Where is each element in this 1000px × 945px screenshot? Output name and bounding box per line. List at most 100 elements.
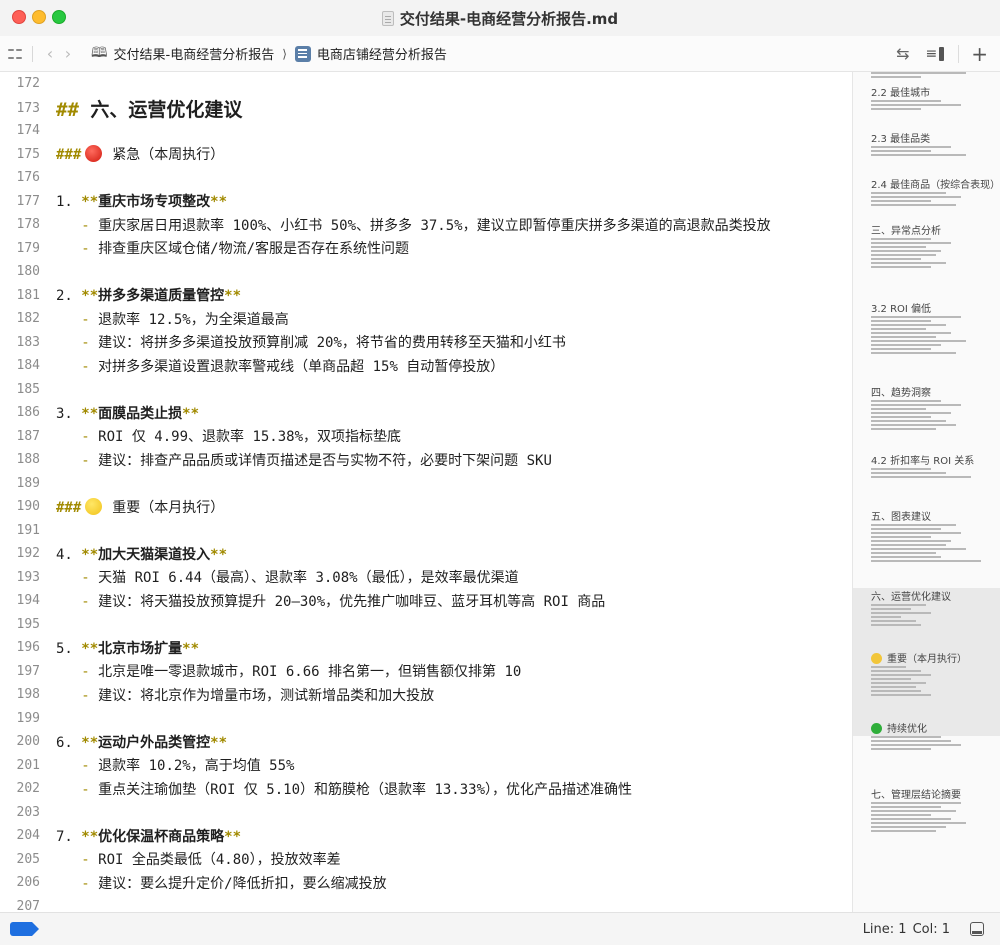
minimap-heading[interactable]: 2.2 最佳城市: [871, 84, 930, 99]
editor-line[interactable]: 199: [0, 707, 852, 731]
editor-line[interactable]: 184 - 对拼多多渠道设置退款率警戒线（单商品超 15% 自动暂停投放）: [0, 354, 852, 378]
minimap-text-lines: [871, 316, 966, 356]
list-number: 1.: [56, 194, 82, 211]
line-content: ### 紧急（本周执行）: [56, 144, 224, 164]
bullet-marker: -: [56, 875, 99, 892]
editor-line[interactable]: 192 4. **加大天猫渠道投入**: [0, 542, 852, 566]
tag-icon[interactable]: [10, 922, 39, 936]
document-icon: [381, 10, 394, 26]
line-number: 202: [16, 781, 40, 797]
editor-line[interactable]: 204 7. **优化保温杯商品策略**: [0, 824, 852, 848]
editor-line[interactable]: 187 - ROI 仅 4.99、退款率 15.38%，双项指标垫底: [0, 425, 852, 449]
editor-line[interactable]: 205 - ROI 全品类最低（4.80），投放效率差: [0, 848, 852, 872]
editor-line[interactable]: 180: [0, 260, 852, 284]
minimap-text-lines: [871, 666, 931, 698]
editor-line[interactable]: 175 ### 紧急（本周执行）: [0, 143, 852, 167]
breadcrumb-parent[interactable]: 交付结果-电商经营分析报告: [114, 44, 275, 63]
swap-icon[interactable]: ⇆: [896, 44, 909, 63]
list-item-title: 运动户外品类管控: [98, 734, 211, 751]
line-number: 180: [16, 264, 40, 280]
editor-line[interactable]: 190 ### 重要（本月执行）: [0, 495, 852, 519]
bullet-marker: -: [56, 311, 99, 328]
markdown-editor[interactable]: 172 173 ## 六、运营优化建议 174 175 ### 紧急（本周执行） 176 177…: [0, 72, 852, 912]
line-number: 172: [16, 76, 40, 92]
editor-line[interactable]: 207: [0, 895, 852, 912]
line-number: 194: [16, 593, 40, 609]
bullet-text: 建议：将天猫投放预算提升 20–30%，优先推广咖啡豆、蓝牙耳机等高 ROI 商…: [98, 593, 606, 610]
line-number: 197: [16, 663, 40, 679]
editor-line[interactable]: 172: [0, 72, 852, 96]
editor-line[interactable]: 188 - 建议：排查产品品质或详情页描述是否与实物不符，必要时下架问题 SKU: [0, 448, 852, 472]
editor-line[interactable]: 203: [0, 801, 852, 825]
minimap-heading[interactable]: 六、运营优化建议: [871, 588, 951, 603]
red-circle-icon: [85, 145, 103, 163]
breadcrumb-current[interactable]: 电商店铺经营分析报告: [317, 44, 447, 63]
editor-line[interactable]: 191: [0, 519, 852, 543]
line-number: 204: [16, 828, 40, 844]
bullet-text: 建议：要么提升定价/降低折扣，要么缩减投放: [98, 875, 387, 892]
breadcrumb-separator-icon: ⟩: [282, 46, 287, 61]
grid-view-icon[interactable]: [8, 47, 22, 61]
editor-line[interactable]: 197 - 北京是唯一零退款城市，ROI 6.66 排名第一，但销售额仅排第 1…: [0, 660, 852, 684]
outline-toggle-icon[interactable]: ≡: [926, 46, 945, 62]
minimap-heading[interactable]: 3.2 ROI 偏低: [871, 300, 931, 315]
minimap-heading[interactable]: 2.4 最佳商品（按综合表现）: [871, 176, 1000, 191]
editor-line[interactable]: 179 - 排查重庆区域仓储/物流/客服是否存在系统性问题: [0, 237, 852, 261]
editor-line[interactable]: 183 - 建议：将拼多多渠道投放预算削减 20%，将节省的费用转移至天猫和小红…: [0, 331, 852, 355]
editor-line[interactable]: 182 - 退款率 12.5%，为全渠道最高: [0, 307, 852, 331]
editor-line[interactable]: 196 5. **北京市场扩量**: [0, 636, 852, 660]
minimap-heading-text: 六、运营优化建议: [871, 592, 951, 603]
editor-line[interactable]: 194 - 建议：将天猫投放预算提升 20–30%，优先推广咖啡豆、蓝牙耳机等高…: [0, 589, 852, 613]
bullet-text: ROI 全品类最低（4.80），投放效率差: [98, 852, 341, 869]
bottom-panel-icon[interactable]: [970, 922, 984, 936]
bullet-text: 退款率 12.5%，为全渠道最高: [98, 311, 289, 328]
editor-line[interactable]: 174: [0, 119, 852, 143]
minimap-heading[interactable]: 持续优化: [871, 720, 927, 735]
minimap-heading[interactable]: 七、管理层结论摘要: [871, 786, 961, 801]
editor-line[interactable]: 185: [0, 378, 852, 402]
editor-line[interactable]: 195: [0, 613, 852, 637]
editor-line[interactable]: 186 3. **面膜品类止损**: [0, 401, 852, 425]
bold-marker: **: [210, 194, 228, 211]
add-tab-icon[interactable]: +: [971, 42, 988, 66]
yellow-circle-icon: [85, 497, 103, 515]
bullet-marker: -: [56, 335, 99, 352]
minimap-text-lines: [871, 604, 931, 628]
document-minimap[interactable]: 2.2 最佳城市 2.3 最佳品类 2.4 最佳商品（按综合表现） 三、异常点分析 3.…: [852, 72, 1000, 912]
editor-line[interactable]: 177 1. **重庆市场专项整改**: [0, 190, 852, 214]
editor-line[interactable]: 193 - 天猫 ROI 6.44（最高）、退款率 3.08%（最低），是效率最…: [0, 566, 852, 590]
forward-chevron-icon[interactable]: ›: [59, 44, 77, 63]
line-content: - 重庆家居日用退款率 100%、小红书 50%、拼多多 37.5%，建议立即暂…: [56, 215, 770, 235]
minimap-heading[interactable]: 重要（本月执行）: [871, 650, 967, 665]
editor-line[interactable]: 202 - 重点关注瑜伽垫（ROI 仅 5.10）和筋膜枪（退款率 13.33%…: [0, 777, 852, 801]
editor-line[interactable]: 189: [0, 472, 852, 496]
editor-line[interactable]: 198 - 建议：将北京作为增量市场，测试新增品类和加大投放: [0, 683, 852, 707]
minimap-heading[interactable]: 四、趋势洞察: [871, 384, 931, 399]
editor-line[interactable]: 181 2. **拼多多渠道质量管控**: [0, 284, 852, 308]
line-content: - ROI 全品类最低（4.80），投放效率差: [56, 849, 341, 869]
editor-line[interactable]: 176: [0, 166, 852, 190]
editor-line[interactable]: 173 ## 六、运营优化建议: [0, 96, 852, 122]
editor-window: 交付结果-电商经营分析报告.md ‹ › 🕮 交付结果-电商经营分析报告 ⟩ 电…: [0, 0, 1000, 945]
editor-line[interactable]: 201 - 退款率 10.2%，高于均值 55%: [0, 754, 852, 778]
minimap-heading-text: 2.3 最佳品类: [871, 134, 931, 145]
minimap-heading[interactable]: 4.2 折扣率与 ROI 关系: [871, 452, 974, 467]
bullet-marker: -: [56, 687, 99, 704]
bold-marker: **: [81, 288, 99, 305]
minimap-text-lines: [871, 802, 966, 834]
editor-line[interactable]: 178 - 重庆家居日用退款率 100%、小红书 50%、拼多多 37.5%，建…: [0, 213, 852, 237]
minimap-heading-text: 七、管理层结论摘要: [871, 790, 961, 801]
editor-line[interactable]: 206 - 建议：要么提升定价/降低折扣，要么缩减投放: [0, 871, 852, 895]
line-number: 186: [16, 405, 40, 421]
line-number: 190: [16, 499, 40, 515]
line-number: 193: [16, 569, 40, 585]
minimap-heading[interactable]: 五、图表建议: [871, 508, 931, 523]
minimap-heading[interactable]: 2.3 最佳品类: [871, 130, 930, 145]
bullet-text: 天猫 ROI 6.44（最高）、退款率 3.08%（最低），是效率最优渠道: [98, 570, 519, 587]
back-chevron-icon[interactable]: ‹: [41, 44, 59, 63]
minimap-text-lines: [871, 100, 961, 112]
minimap-heading[interactable]: 三、异常点分析: [871, 222, 941, 237]
line-number: 195: [16, 616, 40, 632]
editor-line[interactable]: 200 6. **运动户外品类管控**: [0, 730, 852, 754]
line-number: 176: [16, 170, 40, 186]
